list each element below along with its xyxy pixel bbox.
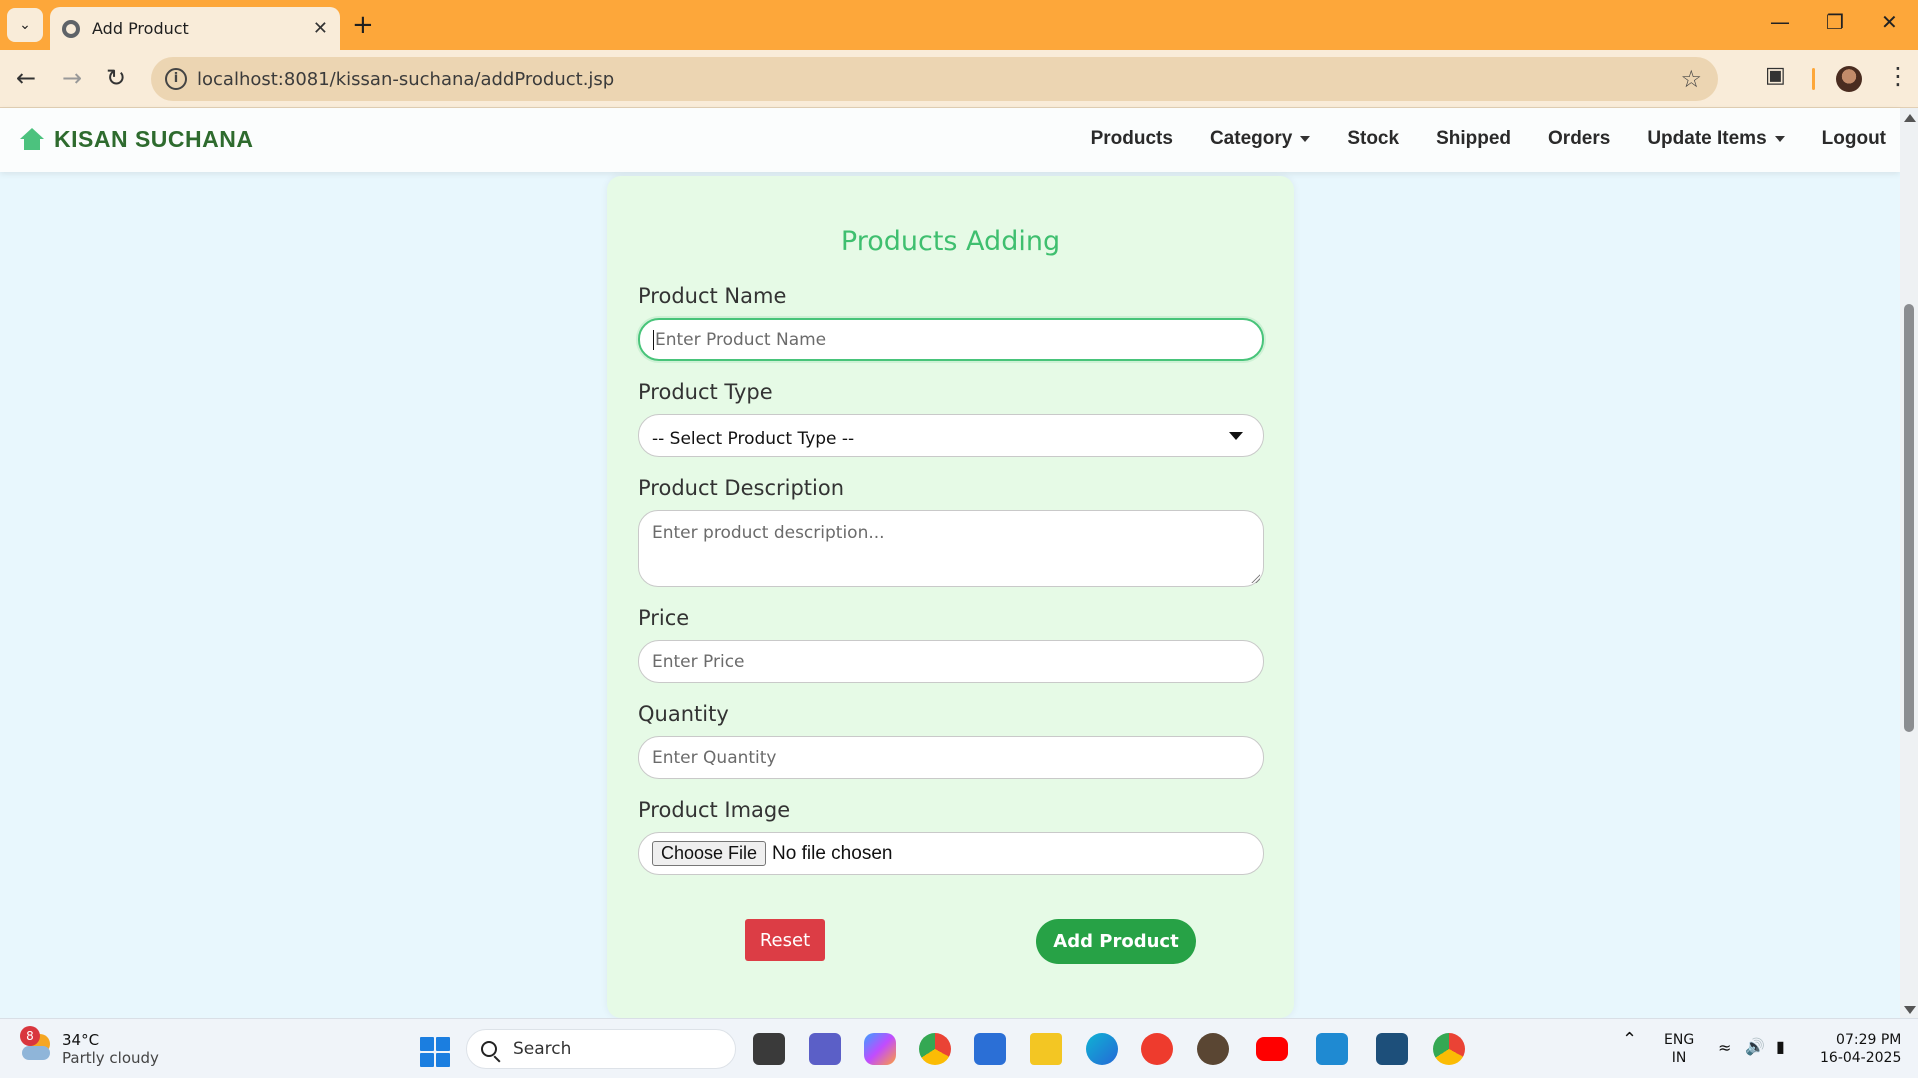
chevron-down-icon: ⌄ [19,17,31,33]
battery-icon[interactable]: ▮ [1776,1038,1785,1056]
product-name-input[interactable]: Enter Product Name [638,318,1264,361]
product-description-textarea[interactable]: Enter product description... [638,510,1264,587]
search-label: Search [513,1039,572,1059]
chrome-icon[interactable] [919,1033,951,1065]
vscode-icon[interactable] [1316,1033,1348,1065]
resize-handle-icon[interactable] [1250,573,1260,583]
tab-title: Add Product [92,19,189,38]
file-status: No file chosen [772,842,893,864]
reset-button[interactable]: Reset [745,919,825,961]
text-cursor [653,329,654,350]
minimize-icon[interactable]: — [1770,10,1790,34]
file-explorer-icon[interactable] [1030,1033,1062,1065]
menu-kebab-icon[interactable]: ⋮ [1886,62,1910,90]
brand-name: KISAN SUCHANA [54,126,254,152]
window-close-icon[interactable]: ✕ [1881,10,1898,34]
quantity-input[interactable]: Enter Quantity [638,736,1264,779]
profile-avatar[interactable] [1836,66,1862,92]
page-scrollbar[interactable] [1900,108,1918,1018]
nav-stock[interactable]: Stock [1347,128,1399,150]
caret-down-icon [1774,135,1785,142]
product-type-select[interactable]: -- Select Product Type -- [638,414,1264,457]
caret-down-icon [1229,432,1243,440]
nav-products[interactable]: Products [1091,128,1173,150]
system-clock[interactable]: 07:29 PM 16-04-2025 [1820,1031,1901,1067]
youtube-icon[interactable] [1256,1037,1288,1061]
browser-toolbar: ← → ↻ i localhost:8081/kissan-suchana/ad… [0,50,1918,108]
site-header: KISAN SUCHANA Products Category Stock Sh… [0,108,1900,172]
product-image-label: Product Image [638,798,791,822]
taskbar-search[interactable]: Search [466,1029,736,1069]
scroll-down-arrow-icon[interactable] [1904,1006,1916,1014]
back-arrow-icon[interactable]: ← [16,64,36,92]
chevron-up-icon[interactable]: ⌃ [1622,1031,1637,1049]
add-product-button[interactable]: Add Product [1036,919,1196,964]
weather-temp: 34°C [62,1031,100,1049]
globe-icon [62,19,80,38]
restore-icon[interactable]: ❐ [1826,10,1844,34]
store-icon[interactable] [974,1033,1006,1065]
reload-icon[interactable]: ↻ [106,64,126,92]
weather-desc: Partly cloudy [62,1049,159,1067]
site-info-icon[interactable]: i [165,68,187,90]
url-text: localhost:8081/kissan-suchana/addProduct… [197,68,615,90]
price-label: Price [638,606,690,630]
nav-orders[interactable]: Orders [1548,128,1610,150]
nav-category[interactable]: Category [1210,128,1311,150]
task-view-icon[interactable] [753,1033,785,1065]
new-tab-icon[interactable]: + [352,10,374,40]
add-product-form: Products Adding Product Name Enter Produ… [607,176,1294,1018]
partly-cloudy-icon: 8 [20,1026,52,1064]
toolbar-separator [1812,68,1815,90]
quantity-label: Quantity [638,702,729,726]
notification-badge: 8 [20,1026,40,1046]
main-nav: Products Category Stock Shipped Orders U… [1054,128,1886,150]
nav-logout[interactable]: Logout [1822,128,1886,150]
browser-tab[interactable]: Add Product ✕ [50,7,340,50]
tab-search-button[interactable]: ⌄ [7,8,43,42]
teams-icon[interactable] [809,1033,841,1065]
address-bar[interactable]: i localhost:8081/kissan-suchana/addProdu… [151,57,1718,101]
scroll-up-arrow-icon[interactable] [1904,114,1916,122]
forward-arrow-icon[interactable]: → [62,64,82,92]
eclipse-icon[interactable] [1197,1033,1229,1065]
close-icon[interactable]: ✕ [313,18,328,39]
windows-start-icon[interactable] [420,1037,450,1067]
weather-widget[interactable]: 8 34°C Partly cloudy [20,1026,159,1067]
product-description-label: Product Description [638,476,845,500]
product-image-input: Choose File No file chosen [638,832,1264,875]
caret-down-icon [1300,135,1311,142]
language-indicator[interactable]: ENG IN [1664,1031,1694,1067]
nav-update-items[interactable]: Update Items [1647,128,1785,150]
browser-titlebar: ⌄ Add Product ✕ + — ❐ ✕ [0,0,1918,50]
search-icon [481,1041,497,1057]
taskbar: 8 34°C Partly cloudy Search ⌃ ENG IN ≈ 🔊… [0,1018,1918,1078]
brand-link[interactable]: KISAN SUCHANA [20,126,253,153]
home-icon [20,127,44,152]
mysql-workbench-icon[interactable] [1376,1033,1408,1065]
price-input[interactable]: Enter Price [638,640,1264,683]
edge-icon[interactable] [1086,1033,1118,1065]
scrollbar-thumb[interactable] [1904,304,1914,732]
form-title: Products Adding [840,226,1061,257]
bookmark-star-icon[interactable]: ☆ [1680,65,1702,93]
wps-office-icon[interactable] [1141,1033,1173,1065]
copilot-icon[interactable] [864,1033,896,1065]
nav-shipped[interactable]: Shipped [1436,128,1511,150]
chrome-profile-icon[interactable] [1433,1033,1465,1065]
extensions-icon[interactable]: ▣ [1765,63,1786,88]
choose-file-button[interactable]: Choose File [652,841,767,866]
volume-icon[interactable]: 🔊 [1745,1038,1765,1056]
product-type-label: Product Type [638,380,773,404]
wifi-icon[interactable]: ≈ [1718,1039,1731,1057]
product-name-label: Product Name [638,284,787,308]
